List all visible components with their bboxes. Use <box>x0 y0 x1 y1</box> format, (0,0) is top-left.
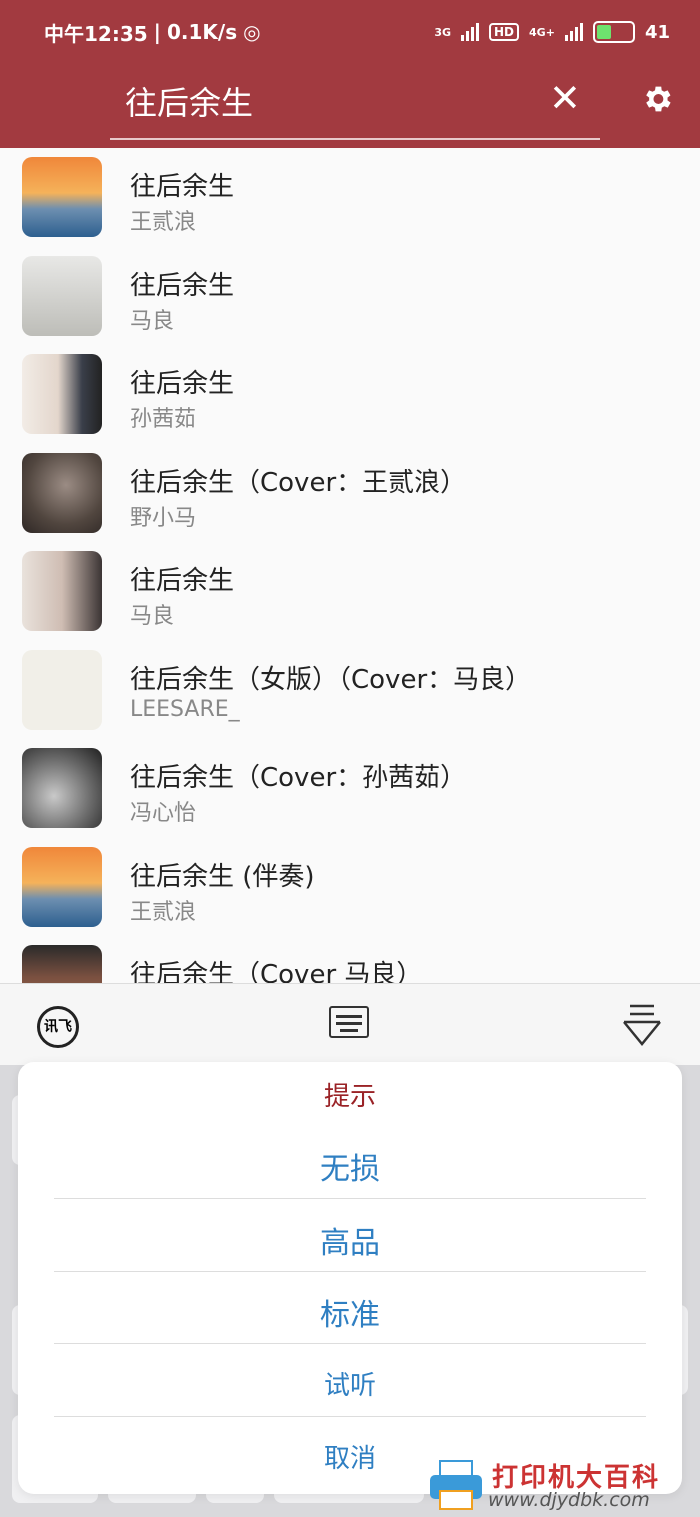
gear-icon[interactable] <box>640 82 674 116</box>
keyboard-toolbar: 讯飞 <box>0 983 700 1066</box>
album-cover <box>22 157 102 237</box>
song-title: 往后余生（女版）（Cover：马良） <box>130 664 532 695</box>
song-title: 往后余生（Cover：王贰浪） <box>130 467 467 498</box>
song-item[interactable]: 往后余生（Cover 马良） <box>0 936 700 983</box>
divider <box>54 1416 646 1417</box>
song-title: 往后余生（Cover 马良） <box>130 960 423 983</box>
song-artist: 王贰浪 <box>130 899 197 925</box>
song-artist: 王贰浪 <box>130 210 197 235</box>
battery-level: 41 <box>644 21 670 43</box>
song-artist: 马良 <box>130 604 175 629</box>
song-item[interactable]: 往后余生（Cover：孙茜茹） 冯心怡 <box>0 739 700 838</box>
album-cover <box>22 255 102 336</box>
divider <box>54 1271 646 1272</box>
netease-icon: ◎ <box>243 20 261 44</box>
close-icon[interactable]: ✕ <box>549 79 581 117</box>
quality-dialog: 提示 无损 高品 标准 试听 取消 <box>18 1062 682 1494</box>
song-title: 往后余生（Cover：孙茜茹） <box>130 763 467 793</box>
album-cover <box>22 846 102 927</box>
printer-icon <box>430 1460 482 1510</box>
song-artist: 孙茜茹 <box>130 407 197 432</box>
keyboard-icon[interactable] <box>329 1006 369 1038</box>
song-title: 往后余生 <box>130 270 235 301</box>
signal-3g-icon <box>461 23 480 41</box>
song-title: 往后余生 <box>130 566 235 596</box>
album-cover <box>22 649 102 730</box>
song-item[interactable]: 往后余生 (伴奏) 王贰浪 <box>0 838 700 937</box>
status-divider: | <box>153 20 161 44</box>
song-item[interactable]: 往后余生 马良 <box>0 542 700 641</box>
song-title: 往后余生 <box>130 369 235 399</box>
status-bar: 中午12:35 | 0.1K/s ◎ 3G HD 4G+ 41 <box>44 18 670 46</box>
ime-logo-icon[interactable]: 讯飞 <box>37 1006 79 1048</box>
song-artist: 野小马 <box>130 505 197 531</box>
song-artist: 冯心怡 <box>130 801 197 826</box>
album-cover <box>22 354 102 434</box>
song-title: 往后余生 <box>130 172 235 202</box>
song-item[interactable]: 往后余生 马良 <box>0 247 700 346</box>
collapse-keyboard-icon[interactable] <box>622 1002 662 1048</box>
option-lossless[interactable]: 无损 <box>18 1144 682 1188</box>
divider <box>54 1343 646 1344</box>
search-underline <box>110 138 600 140</box>
album-cover <box>22 748 102 828</box>
option-preview[interactable]: 试听 <box>18 1365 682 1402</box>
net-4g-label: 4G+ <box>529 25 555 39</box>
dialog-title: 提示 <box>323 1082 376 1112</box>
song-artist: 马良 <box>130 308 175 334</box>
song-item[interactable]: 往后余生（女版）（Cover：马良） LEESARE_ <box>0 641 700 740</box>
watermark: 打印机大百科 www.djydbk.com <box>426 1455 700 1517</box>
app-header: 中午12:35 | 0.1K/s ◎ 3G HD 4G+ 41 往后余生 ✕ <box>0 0 700 148</box>
hd-badge: HD <box>489 23 520 41</box>
album-cover <box>22 452 102 533</box>
option-high-quality[interactable]: 高品 <box>18 1218 682 1262</box>
status-time: 中午12:35 <box>44 21 148 46</box>
song-title: 往后余生 (伴奏) <box>130 861 315 892</box>
watermark-url: www.djydbk.com <box>488 1489 650 1511</box>
album-cover <box>22 551 102 631</box>
song-item[interactable]: 往后余生（Cover：王贰浪） 野小马 <box>0 444 700 543</box>
song-item[interactable]: 往后余生 孙茜茹 <box>0 345 700 444</box>
option-standard[interactable]: 标准 <box>18 1290 682 1334</box>
battery-icon <box>592 21 635 43</box>
song-item[interactable]: 往后余生 王贰浪 <box>0 148 700 247</box>
status-net-speed: 0.1K/s <box>166 20 238 44</box>
song-list: 往后余生 王贰浪 往后余生 马良 往后余生 孙茜茹 往后余生（Cover：王贰浪… <box>0 148 700 983</box>
signal-4g-icon <box>564 23 583 41</box>
divider <box>54 1198 646 1199</box>
net-3g-label: 3G <box>434 25 452 39</box>
search-input[interactable]: 往后余生 <box>125 78 253 124</box>
album-cover <box>22 945 102 983</box>
song-artist: LEESARE_ <box>130 696 240 722</box>
